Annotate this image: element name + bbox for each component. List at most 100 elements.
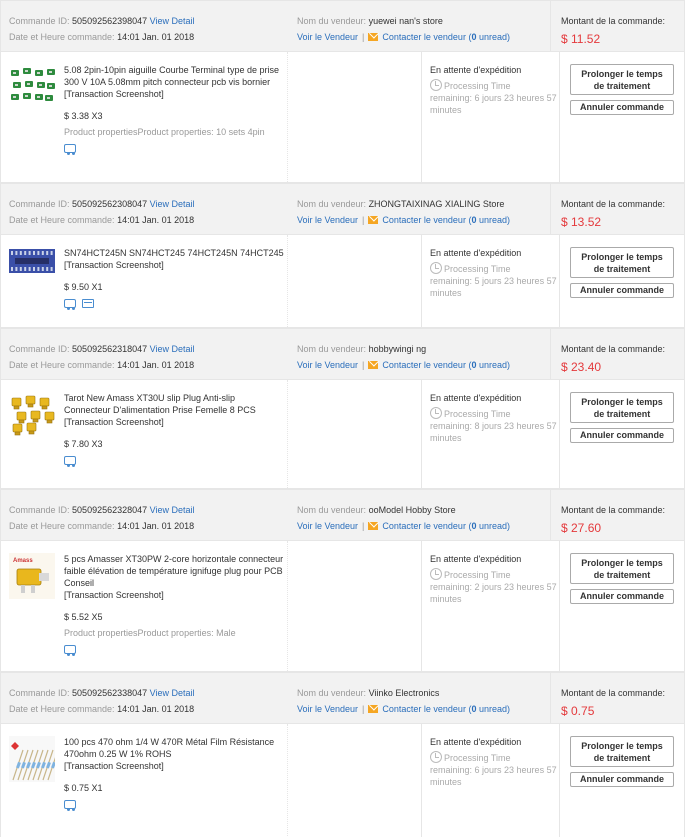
order-id-label: Commande ID: — [9, 505, 70, 515]
order-id: 505092562338047 — [72, 688, 148, 698]
order-id-block: Commande ID: 505092562318047 View Detail… — [1, 329, 288, 379]
cancel-order-button[interactable]: Annuler commande — [570, 772, 674, 787]
view-seller-link[interactable]: Voir le Vendeur — [297, 521, 358, 531]
order-id-block: Commande ID: 505092562338047 View Detail… — [1, 673, 288, 723]
mail-icon — [368, 33, 379, 41]
transaction-screenshot-link[interactable]: [Transaction Screenshot] — [64, 259, 284, 271]
seller-block: Nom du vendeur: ZHONGTAIXINAG XIALING St… — [288, 184, 550, 234]
processing-time-label: Processing Time — [444, 81, 511, 91]
order-datetime-label: Date et Heure commande: — [9, 360, 115, 370]
processing-time: Processing Time remaining: 2 jours 23 he… — [430, 568, 559, 605]
product-service-icons — [64, 645, 284, 656]
product-thumbnail[interactable] — [9, 392, 55, 438]
product-service-icons — [64, 144, 284, 155]
view-detail-link[interactable]: View Detail — [150, 505, 195, 515]
order-id-label: Commande ID: — [9, 688, 70, 698]
extend-processing-time-button[interactable]: Prolonger le temps de traitement — [570, 392, 674, 423]
orders-list: Commande ID: 505092562398047 View Detail… — [0, 0, 685, 837]
processing-time-remaining: remaining: 8 jours 23 heures 57 minutes — [430, 421, 557, 443]
order-header: Commande ID: 505092562308047 View Detail… — [1, 184, 684, 235]
order-id-label: Commande ID: — [9, 344, 70, 354]
transaction-screenshot-link[interactable]: [Transaction Screenshot] — [64, 88, 284, 100]
view-detail-link[interactable]: View Detail — [150, 688, 195, 698]
truck-icon — [64, 456, 76, 467]
view-detail-link[interactable]: View Detail — [150, 16, 195, 26]
cancel-order-button[interactable]: Annuler commande — [570, 428, 674, 443]
empty-column — [288, 52, 422, 182]
order-card: Commande ID: 505092562308047 View Detail… — [0, 183, 685, 328]
unread-close: unread) — [476, 215, 511, 225]
extend-processing-time-button[interactable]: Prolonger le temps de traitement — [570, 553, 674, 584]
view-detail-link[interactable]: View Detail — [150, 199, 195, 209]
card-icon — [82, 299, 94, 308]
seller-block: Nom du vendeur: yuewei nan's store Voir … — [288, 1, 550, 51]
order-status: En attente d'expédition — [430, 554, 522, 564]
seller-name: ooModel Hobby Store — [368, 505, 456, 515]
actions-cell: Prolonger le temps de traitement Annuler… — [560, 724, 684, 837]
view-seller-link[interactable]: Voir le Vendeur — [297, 32, 358, 42]
order-header: Commande ID: 505092562398047 View Detail… — [1, 1, 684, 52]
product-name[interactable]: SN74HCT245N SN74HCT245 74HCT245N 74HCT24… — [64, 247, 284, 259]
order-body: SN74HCT245N SN74HCT245 74HCT245N 74HCT24… — [1, 235, 684, 328]
product-name[interactable]: Tarot New Amass XT30U slip Plug Anti-sli… — [64, 392, 284, 416]
seller-block: Nom du vendeur: Viinko Electronics Voir … — [288, 673, 550, 723]
product-service-icons — [64, 800, 284, 811]
seller-name-label: Nom du vendeur: — [297, 344, 367, 354]
view-seller-link[interactable]: Voir le Vendeur — [297, 704, 358, 714]
order-card: Commande ID: 505092562398047 View Detail… — [0, 0, 685, 183]
transaction-screenshot-link[interactable]: [Transaction Screenshot] — [64, 589, 284, 601]
contact-seller-link[interactable]: Contacter le vendeur (0 unread) — [382, 360, 510, 370]
seller-name: Viinko Electronics — [368, 688, 440, 698]
seller-name-label: Nom du vendeur: — [297, 16, 367, 26]
extend-processing-time-button[interactable]: Prolonger le temps de traitement — [570, 736, 674, 767]
extend-processing-time-button[interactable]: Prolonger le temps de traitement — [570, 247, 674, 278]
amount-block: Montant de la commande: $ 13.52 — [550, 184, 684, 234]
view-seller-link[interactable]: Voir le Vendeur — [297, 215, 358, 225]
order-amount-label: Montant de la commande: — [561, 505, 666, 515]
truck-icon — [64, 800, 76, 811]
contact-seller-link[interactable]: Contacter le vendeur (0 unread) — [382, 215, 510, 225]
product-name[interactable]: 5.08 2pin-10pin aiguille Courbe Terminal… — [64, 64, 284, 88]
product-name[interactable]: 100 pcs 470 ohm 1/4 W 470R Métal Film Ré… — [64, 736, 284, 760]
actions-cell: Prolonger le temps de traitement Annuler… — [560, 541, 684, 671]
order-datetime: 14:01 Jan. 01 2018 — [117, 360, 195, 370]
order-amount: $ 27.60 — [561, 521, 602, 535]
cancel-order-button[interactable]: Annuler commande — [570, 589, 674, 604]
processing-time: Processing Time remaining: 8 jours 23 he… — [430, 407, 559, 444]
contact-seller-link[interactable]: Contacter le vendeur (0 unread) — [382, 32, 510, 42]
link-separator: | — [362, 704, 365, 714]
product-name[interactable]: 5 pcs Amasser XT30PW 2-core horizontale … — [64, 553, 284, 589]
seller-name-label: Nom du vendeur: — [297, 505, 367, 515]
view-detail-link[interactable]: View Detail — [150, 344, 195, 354]
cancel-order-button[interactable]: Annuler commande — [570, 283, 674, 298]
order-amount-label: Montant de la commande: — [561, 199, 666, 209]
product-thumbnail[interactable]: Amass — [9, 553, 55, 599]
product-service-icons — [64, 299, 284, 310]
truck-icon — [64, 299, 76, 310]
product-cell: 5.08 2pin-10pin aiguille Courbe Terminal… — [1, 52, 288, 182]
order-amount-label: Montant de la commande: — [561, 688, 666, 698]
actions-cell: Prolonger le temps de traitement Annuler… — [560, 380, 684, 488]
status-cell: En attente d'expédition Processing Time … — [422, 52, 560, 182]
extend-processing-time-button[interactable]: Prolonger le temps de traitement — [570, 64, 674, 95]
product-cell: SN74HCT245N SN74HCT245 74HCT245N 74HCT24… — [1, 235, 288, 327]
amount-block: Montant de la commande: $ 23.40 — [550, 329, 684, 379]
order-status: En attente d'expédition — [430, 65, 522, 75]
order-datetime-label: Date et Heure commande: — [9, 215, 115, 225]
product-cell: Tarot New Amass XT30U slip Plug Anti-sli… — [1, 380, 288, 488]
product-thumbnail[interactable] — [9, 247, 55, 293]
product-thumbnail[interactable] — [9, 64, 55, 110]
status-cell: En attente d'expédition Processing Time … — [422, 724, 560, 837]
order-datetime: 14:01 Jan. 01 2018 — [117, 704, 195, 714]
product-thumbnail[interactable] — [9, 736, 59, 782]
processing-time-remaining: remaining: 6 jours 23 heures 57 minutes — [430, 93, 557, 115]
transaction-screenshot-link[interactable]: [Transaction Screenshot] — [64, 416, 284, 428]
view-seller-link[interactable]: Voir le Vendeur — [297, 360, 358, 370]
mail-icon — [368, 361, 379, 369]
transaction-screenshot-link[interactable]: [Transaction Screenshot] — [64, 760, 284, 772]
contact-seller-link[interactable]: Contacter le vendeur (0 unread) — [382, 521, 510, 531]
processing-time-label: Processing Time — [444, 409, 511, 419]
contact-seller-link[interactable]: Contacter le vendeur (0 unread) — [382, 704, 510, 714]
cancel-order-button[interactable]: Annuler commande — [570, 100, 674, 115]
processing-time-remaining: remaining: 5 jours 23 heures 57 minutes — [430, 276, 557, 298]
